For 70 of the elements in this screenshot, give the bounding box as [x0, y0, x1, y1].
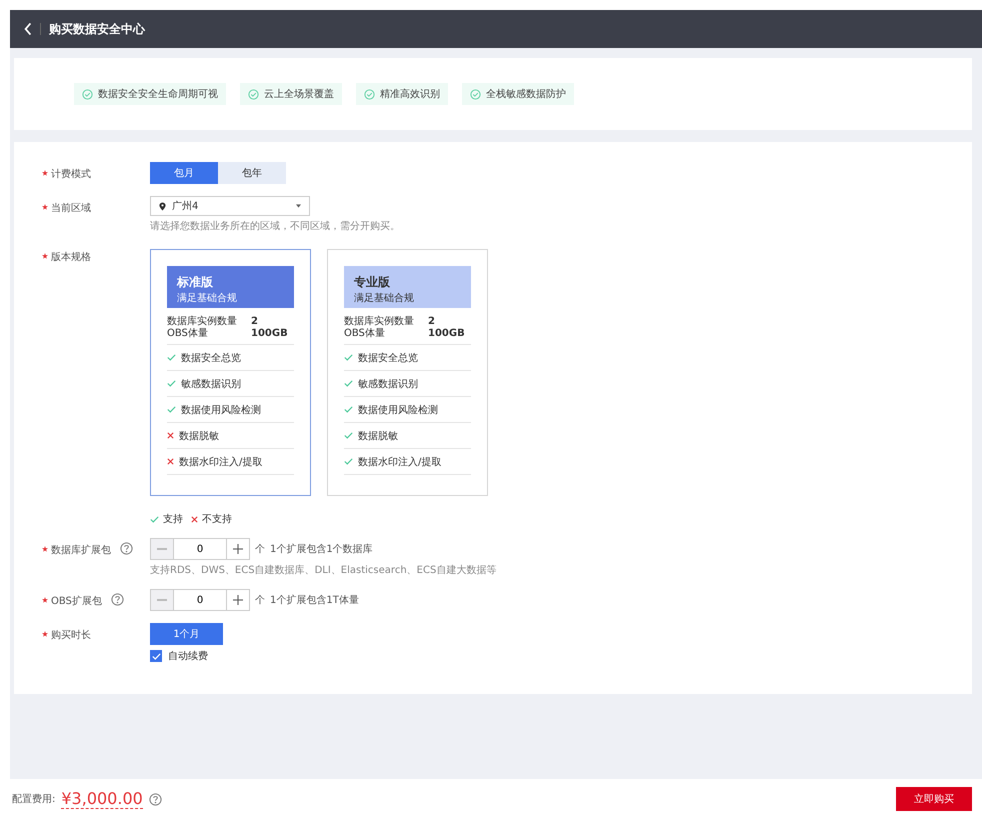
- field-label: 版本规格: [51, 250, 91, 264]
- hint-text: 支持RDS、DWS、ECS自建数据库、DLI、Elasticsearch、ECS自建大数据等: [150, 564, 496, 577]
- duration-option[interactable]: 1个月: [150, 623, 223, 645]
- highlight-text: 精准高效识别: [380, 88, 440, 101]
- feature-text: 数据脱敏: [358, 430, 398, 442]
- unit-text: 个: [255, 594, 265, 607]
- spec-label: 数据库实例数量: [344, 316, 415, 328]
- feature-text: 数据使用风险检测: [181, 404, 261, 416]
- spec-label: OBS体量: [167, 328, 209, 340]
- highlight-text: 云上全场景覆盖: [264, 88, 334, 101]
- plus-icon: [233, 595, 243, 605]
- price-text: ¥3,000.00: [61, 789, 143, 809]
- edition-subtitle: 满足基础合规: [177, 292, 238, 305]
- location-pin-icon: [159, 202, 166, 210]
- spec-value: 2: [251, 316, 258, 328]
- pack-note: 1个扩展包含1T体量: [270, 594, 359, 607]
- help-icon[interactable]: [110, 593, 124, 606]
- region-select[interactable]: 广州4: [150, 196, 310, 216]
- spec-value: 100GB: [251, 328, 288, 340]
- spec-value: 100GB: [428, 328, 465, 340]
- field-label: 购买时长: [51, 628, 91, 642]
- feature-text: 数据安全总览: [358, 352, 418, 364]
- check-circle-icon: [470, 88, 481, 100]
- feature-text: 敏感数据识别: [358, 378, 418, 390]
- cost-label: 配置费用:: [12, 792, 56, 806]
- field-label: 数据库扩展包: [51, 544, 111, 557]
- field-label: 计费模式: [51, 168, 91, 181]
- hint-text: 请选择您数据业务所在的区域，不同区域，需分开购买。: [150, 220, 400, 233]
- legend-text: 支持: [163, 512, 183, 526]
- field-label: 当前区域: [51, 202, 91, 215]
- checkbox[interactable]: [150, 650, 162, 662]
- page-title: 购买数据安全中心: [49, 20, 145, 38]
- spec-value: 2: [428, 316, 435, 328]
- feature-text: 数据水印注入/提取: [358, 456, 442, 468]
- edition-card[interactable]: 标准版 满足基础合规 数据库实例数量 2 OBS体量 100GB 数据安全总览 敏感数据识别 数据使用风险检测 数据脱敏 数据水印注入/提取: [150, 249, 311, 496]
- spec-label: 数据库实例数量: [167, 316, 238, 328]
- minus-icon: [157, 599, 167, 601]
- increment-button[interactable]: [226, 538, 250, 560]
- plus-icon: [233, 544, 243, 554]
- quantity-input[interactable]: 0: [174, 538, 226, 560]
- check-circle-icon: [364, 88, 375, 100]
- edition-subtitle: 满足基础合规: [354, 292, 415, 305]
- feature-text: 数据脱敏: [179, 430, 219, 442]
- pack-note: 1个扩展包含1个数据库: [270, 542, 373, 556]
- back-icon[interactable]: [24, 22, 32, 36]
- help-icon[interactable]: [120, 542, 133, 555]
- highlight-text: 数据安全安全生命周期可视: [98, 88, 218, 101]
- edition-name: 专业版: [354, 274, 391, 291]
- quantity-input[interactable]: 0: [174, 589, 226, 611]
- minus-icon: [157, 548, 167, 550]
- help-icon[interactable]: [148, 792, 162, 806]
- check-circle-icon: [248, 88, 259, 100]
- feature-text: 数据使用风险检测: [358, 404, 438, 416]
- feature-text: 敏感数据识别: [181, 378, 241, 390]
- checkbox-label: 自动续费: [168, 650, 208, 663]
- legend-text: 不支持: [202, 512, 232, 526]
- billing-option[interactable]: 包月: [150, 162, 218, 184]
- field-label: OBS扩展包: [51, 594, 102, 608]
- billing-option[interactable]: 包年: [218, 162, 286, 184]
- caret-icon: [296, 204, 301, 208]
- buy-now-button[interactable]: 立即购买: [896, 787, 972, 811]
- edition-name: 标准版: [177, 274, 214, 291]
- highlight-text: 全栈敏感数据防护: [486, 88, 566, 101]
- feature-text: 数据水印注入/提取: [179, 456, 262, 468]
- edition-card[interactable]: 专业版 满足基础合规 数据库实例数量 2 OBS体量 100GB 数据安全总览 敏感数据识别 数据使用风险检测 数据脱敏 数据水印注入/提取: [327, 249, 488, 496]
- unit-text: 个: [255, 543, 265, 556]
- check-circle-icon: [82, 88, 93, 100]
- feature-text: 数据安全总览: [181, 352, 241, 364]
- increment-button[interactable]: [226, 589, 250, 611]
- spec-label: OBS体量: [344, 328, 386, 340]
